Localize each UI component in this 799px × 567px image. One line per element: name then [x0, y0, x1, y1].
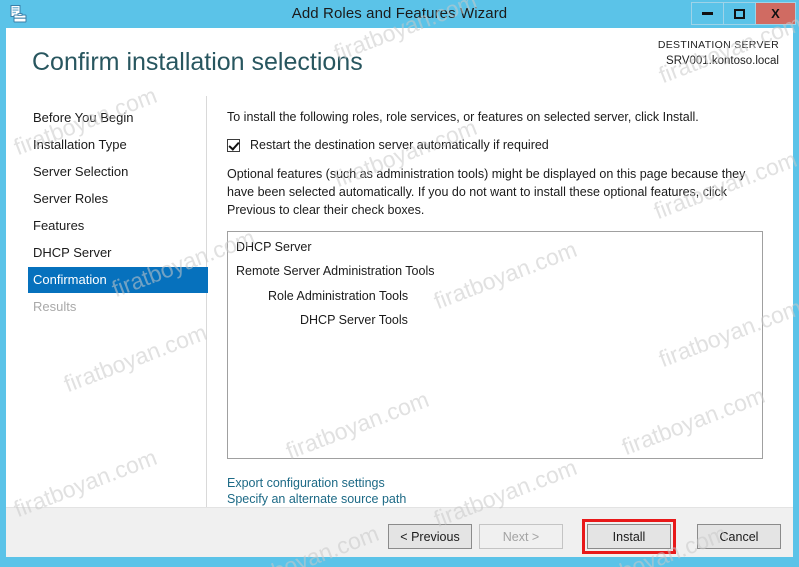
button-row: < Previous Next > Install Cancel: [381, 519, 781, 554]
feature-item: Role Administration Tools: [268, 288, 409, 303]
cancel-button-wrapper: Cancel: [690, 524, 781, 549]
specify-alternate-source-path-link[interactable]: Specify an alternate source path: [227, 491, 406, 508]
page-header: Confirm installation selections DESTINAT…: [6, 28, 793, 96]
selected-features-list[interactable]: DHCP Server Remote Server Administration…: [227, 230, 763, 459]
destination-server-block: DESTINATION SERVER SRV001.kontoso.local: [658, 38, 779, 70]
sidebar-item-server-roles[interactable]: Server Roles: [6, 186, 206, 212]
maximize-button[interactable]: [723, 2, 756, 25]
optional-features-note: Optional features (such as administratio…: [227, 167, 746, 218]
install-button[interactable]: Install: [587, 524, 671, 549]
feature-item: Remote Server Administration Tools: [236, 264, 435, 278]
sidebar-item-server-selection[interactable]: Server Selection: [6, 159, 206, 185]
restart-checkbox-label: Restart the destination server automatic…: [250, 138, 549, 153]
footer-bar: < Previous Next > Install Cancel: [6, 507, 793, 557]
title-bar: Add Roles and Features Wizard X: [0, 0, 799, 28]
restart-checkbox-row[interactable]: Restart the destination server automatic…: [227, 138, 763, 153]
minimize-button[interactable]: [691, 2, 724, 25]
close-button[interactable]: X: [755, 2, 796, 25]
destination-server-label: DESTINATION SERVER: [657, 39, 779, 51]
maximize-icon: [734, 8, 745, 19]
content-pane: To install the following roles, role ser…: [207, 96, 793, 507]
sidebar-item-before-you-begin[interactable]: Before You Begin: [6, 105, 206, 131]
window-controls: X: [691, 2, 796, 25]
window-title: Add Roles and Features Wizard: [291, 5, 508, 22]
sidebar-item-results: Results: [33, 299, 77, 314]
intro-text: To install the following roles, role ser…: [227, 110, 699, 124]
wizard-steps-sidebar: Before You Begin Installation Type Serve…: [6, 96, 208, 507]
next-button: Next >: [479, 524, 563, 549]
feature-item: DHCP Server Tools: [300, 313, 408, 327]
feature-item: DHCP Server: [236, 239, 312, 254]
cancel-button[interactable]: Cancel: [697, 524, 781, 549]
export-configuration-settings-link[interactable]: Export configuration settings: [227, 475, 385, 492]
sidebar-item-installation-type[interactable]: Installation Type: [6, 132, 206, 158]
content-links: Export configuration settings Specify an…: [227, 475, 763, 509]
sidebar-item-features[interactable]: Features: [6, 213, 206, 239]
restart-checkbox[interactable]: [227, 139, 240, 153]
previous-button[interactable]: < Previous: [388, 524, 472, 549]
body-area: Before You Begin Installation Type Serve…: [6, 96, 793, 507]
install-button-highlight-annotation: Install: [582, 519, 676, 554]
wizard-window: Add Roles and Features Wizard X Confirm …: [0, 0, 799, 567]
sidebar-item-confirmation[interactable]: Confirmation: [28, 267, 208, 293]
destination-server-value: SRV001.kontoso.local: [666, 55, 779, 68]
minimize-icon: [702, 12, 713, 15]
sidebar-item-dhcp-server[interactable]: DHCP Server: [6, 240, 206, 266]
client-area: Confirm installation selections DESTINAT…: [6, 28, 793, 557]
page-title: Confirm installation selections: [32, 48, 363, 76]
